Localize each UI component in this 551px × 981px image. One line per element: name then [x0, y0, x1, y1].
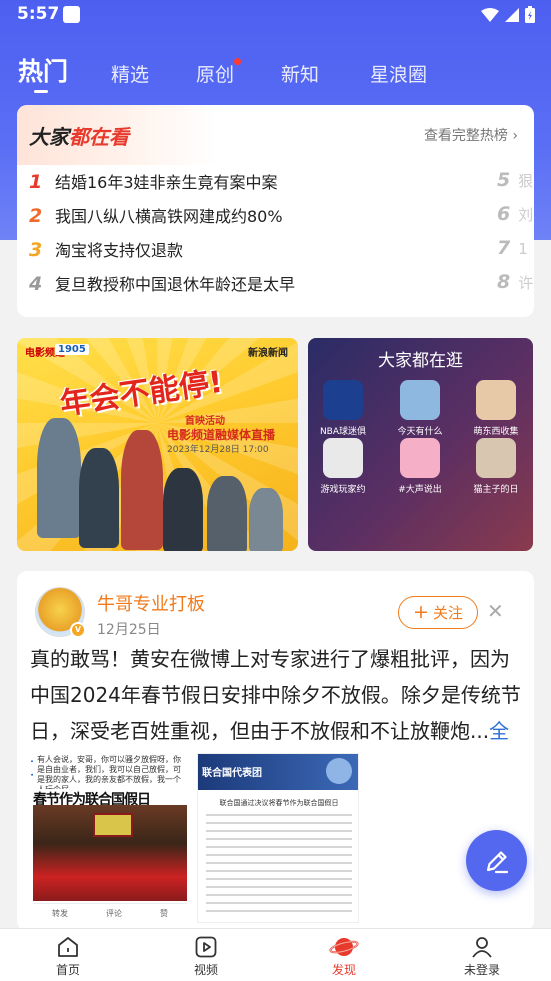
banner-subtitle: 电影频道融媒体直播 — [167, 428, 276, 442]
hot-item[interactable]: 1 结婚16年3娃非亲生竟有案中案 — [29, 169, 278, 193]
nav-video[interactable]: 视频 — [166, 933, 246, 978]
chevron-right-icon: › — [512, 128, 518, 144]
nav-discover[interactable]: 发现 — [304, 933, 384, 978]
verified-badge-icon: V — [70, 622, 86, 638]
banner-tag: 首映活动 — [185, 416, 225, 427]
banner-figure — [121, 430, 163, 550]
notification-icon — [63, 6, 80, 23]
logo-1905: 1905 — [55, 344, 89, 355]
view-full-hot-list-link[interactable]: 查看完整热榜 › — [424, 125, 518, 145]
hot-item[interactable]: 2 我国八纵八横高铁网建成约80% — [29, 203, 283, 227]
signal-icon — [505, 7, 519, 22]
hot-item-peek[interactable]: 8许 — [497, 271, 533, 293]
battery-icon — [525, 6, 535, 23]
banner-figure — [207, 476, 247, 551]
video-icon — [195, 936, 217, 958]
follow-button[interactable]: + 关注 — [398, 596, 478, 629]
nav-home[interactable]: 首页 — [28, 933, 108, 978]
circle-app-shout[interactable]: #大声说出 — [390, 438, 450, 495]
tab-knowledge[interactable]: 新知 — [281, 60, 319, 87]
hot-rank: 1 — [29, 171, 43, 193]
pencil-icon — [486, 850, 508, 873]
hot-rank: 4 — [29, 273, 43, 295]
top-tabs: 热门 精选 原创 新知 星浪圈 — [0, 48, 551, 96]
banner-figure — [37, 418, 81, 538]
circle-app-cute[interactable]: 萌东西收集 — [466, 380, 526, 437]
un-emblem-icon — [326, 758, 352, 784]
compose-button[interactable] — [466, 830, 527, 891]
hot-rank: 2 — [29, 205, 43, 227]
status-bar: 5:57 — [0, 0, 551, 30]
banner-figure — [163, 468, 203, 551]
nav-profile[interactable]: 未登录 — [442, 933, 522, 978]
hot-list-logo: 大家都在看 — [29, 125, 129, 149]
hot-title: 淘宝将支持仅退款 — [55, 241, 184, 260]
hot-item[interactable]: 4 复旦教授称中国退休年龄还是太早 — [29, 271, 295, 295]
promo-banner[interactable]: 电影频道 1905 新浪新闻 年会不能停! 首映活动 电影频道融媒体直播 202… — [17, 338, 298, 551]
post-username[interactable]: 牛哥专业打板 — [97, 590, 205, 616]
everyone-browsing-title: 大家都在逛 — [378, 351, 463, 371]
bottom-nav: 首页 视频 发现 未登录 — [0, 928, 551, 981]
hot-title: 结婚16年3娃非亲生竟有案中案 — [55, 173, 278, 192]
banner-figure — [249, 488, 283, 551]
circle-app-gamers[interactable]: 游戏玩家约 — [313, 438, 373, 495]
cat-avatar-icon — [476, 380, 516, 420]
tab-active-indicator — [34, 90, 48, 93]
wifi-icon — [481, 7, 499, 22]
new-dot-badge — [234, 58, 242, 65]
post-image[interactable]: 有人会说，安哥，你可以骚夕放假呀，你是自由业者，我们，我可以自己放假，可是我的家… — [33, 753, 187, 923]
hot-item[interactable]: 3 淘宝将支持仅退款 — [29, 237, 183, 261]
pig-avatar-icon — [400, 380, 440, 420]
status-time: 5:57 — [17, 4, 60, 24]
tab-label: 原创 — [196, 64, 235, 86]
post-image[interactable]: 联合国代表团 联合国通过决议将春节作为联合国假日 — [197, 753, 359, 923]
tab-label: 热门 — [18, 57, 69, 86]
cat-avatar-icon — [476, 438, 516, 478]
tab-xinglang-circle[interactable]: 星浪圈 — [370, 60, 427, 87]
hot-item-peek[interactable]: 6刘 — [497, 203, 533, 225]
gamepad-icon — [323, 438, 363, 478]
sina-news-logo: 新浪新闻 — [248, 348, 288, 359]
tab-label: 星浪圈 — [370, 64, 428, 86]
banner-date: 2023年12月28日 17:00 — [167, 445, 269, 455]
feed-post[interactable]: V 牛哥专业打板 12月25日 + 关注 ✕ 真的敢骂！黄安在微博上对专家进行了… — [17, 571, 534, 931]
hot-item-peek[interactable]: 5狠 — [497, 169, 533, 191]
tab-original[interactable]: 原创 — [196, 58, 242, 87]
home-icon — [58, 937, 78, 957]
post-date: 12月25日 — [97, 622, 161, 638]
discover-planet-icon — [329, 938, 359, 956]
circle-app-today[interactable]: 今天有什么 — [390, 380, 450, 437]
tab-label: 新知 — [281, 64, 320, 86]
plus-icon: + — [413, 601, 429, 623]
hot-title: 我国八纵八横高铁网建成约80% — [55, 207, 283, 226]
circle-app-cats[interactable]: 猫主子的日 — [466, 438, 526, 495]
tab-label: 精选 — [111, 64, 150, 86]
hot-rank: 3 — [29, 239, 43, 261]
avatar[interactable]: V — [35, 587, 86, 638]
close-icon[interactable]: ✕ — [487, 599, 504, 623]
hot-item-peek[interactable]: 71 — [497, 237, 528, 259]
tab-selected[interactable]: 精选 — [111, 60, 149, 87]
tab-hot[interactable]: 热门 — [18, 52, 69, 93]
everyone-browsing-card[interactable]: 大家都在逛 NBA球迷俱 今天有什么 萌东西收集 游戏玩家约 #大声说出 猫主子… — [308, 338, 533, 551]
megaphone-avatar-icon — [400, 438, 440, 478]
user-icon — [472, 937, 492, 958]
banner-figure — [79, 448, 119, 548]
hot-title: 复旦教授称中国退休年龄还是太早 — [55, 275, 296, 294]
circle-app-nba[interactable]: NBA球迷俱 — [313, 380, 373, 437]
nba-logo-icon — [323, 380, 363, 420]
hot-list-card: 大家都在看 查看完整热榜 › 1 结婚16年3娃非亲生竟有案中案 2 我国八纵八… — [17, 105, 534, 317]
